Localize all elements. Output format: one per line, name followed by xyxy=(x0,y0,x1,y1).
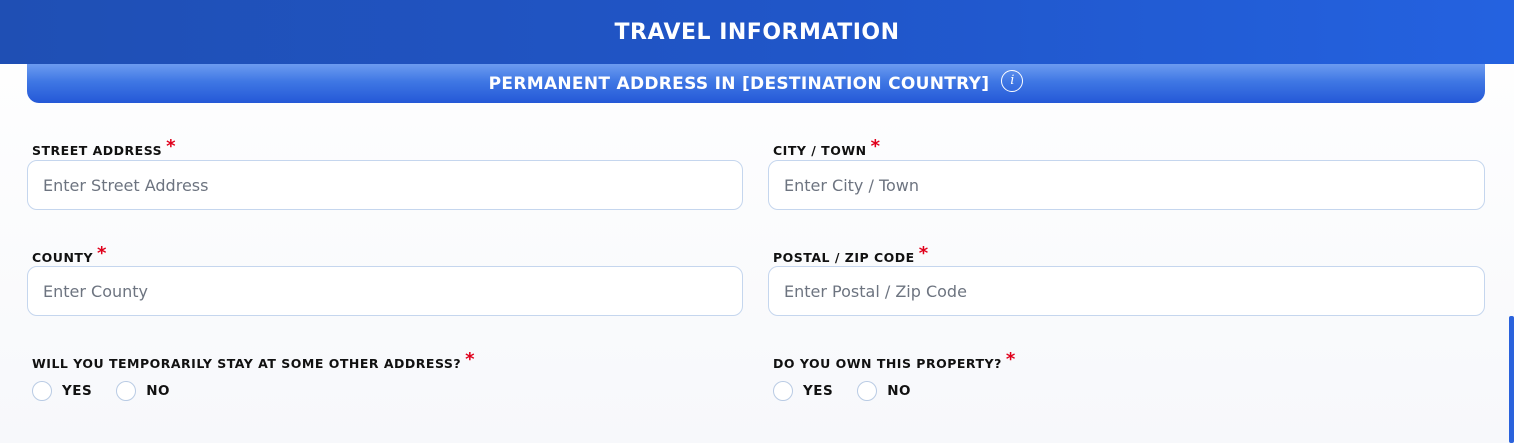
temp-stay-no-radio[interactable] xyxy=(116,381,137,401)
temp-stay-yes-radio[interactable] xyxy=(32,381,52,401)
own-property-yes-radio[interactable] xyxy=(773,381,793,401)
own-property-label-text: DO YOU OWN THIS PROPERTY? xyxy=(773,356,1002,371)
required-asterisk: * xyxy=(465,349,476,370)
required-asterisk: * xyxy=(166,136,177,157)
scrollbar-thumb[interactable] xyxy=(1509,316,1514,443)
temp-stay-label: WILL YOU TEMPORARILY STAY AT SOME OTHER … xyxy=(32,349,476,373)
own-property-yes-option[interactable]: YES xyxy=(773,381,833,401)
postal-code-label-text: POSTAL / ZIP CODE xyxy=(773,250,915,265)
required-asterisk: * xyxy=(1005,349,1016,370)
required-asterisk: * xyxy=(870,136,881,157)
own-property-no-option[interactable]: NO xyxy=(857,381,911,401)
city-town-label: CITY / TOWN * xyxy=(773,136,881,160)
county-label-text: COUNTY xyxy=(32,250,93,265)
section-title: PERMANENT ADDRESS IN [DESTINATION COUNTR… xyxy=(488,73,990,94)
required-asterisk: * xyxy=(97,243,107,264)
county-label: COUNTY * xyxy=(32,243,107,267)
county-input[interactable] xyxy=(27,266,743,316)
city-town-input[interactable] xyxy=(768,160,1485,210)
form-title: TRAVEL INFORMATION xyxy=(614,19,900,45)
postal-code-label: POSTAL / ZIP CODE * xyxy=(773,243,929,267)
required-asterisk: * xyxy=(918,243,929,264)
street-address-label: STREET ADDRESS * xyxy=(32,136,177,160)
own-property-no-radio[interactable] xyxy=(857,381,878,401)
temp-stay-label-text: WILL YOU TEMPORARILY STAY AT SOME OTHER … xyxy=(32,356,462,371)
info-icon[interactable]: i xyxy=(1001,69,1024,92)
own-property-no-label[interactable]: NO xyxy=(887,383,911,399)
temp-stay-no-label[interactable]: NO xyxy=(146,383,170,399)
street-address-input[interactable] xyxy=(27,160,743,210)
form-header: TRAVEL INFORMATION xyxy=(0,0,1514,64)
postal-code-input[interactable] xyxy=(768,266,1485,316)
own-property-label: DO YOU OWN THIS PROPERTY? * xyxy=(773,349,1016,373)
section-header: PERMANENT ADDRESS IN [DESTINATION COUNTR… xyxy=(27,64,1485,103)
own-property-radio-group: YES NO xyxy=(773,381,935,401)
own-property-yes-label[interactable]: YES xyxy=(803,383,833,399)
temp-stay-yes-option[interactable]: YES xyxy=(32,381,92,401)
street-address-label-text: STREET ADDRESS xyxy=(32,143,163,158)
city-town-label-text: CITY / TOWN xyxy=(773,143,867,158)
temp-stay-no-option[interactable]: NO xyxy=(116,381,170,401)
temp-stay-yes-label[interactable]: YES xyxy=(62,383,92,399)
temp-stay-radio-group: YES NO xyxy=(32,381,194,401)
travel-information-form: TRAVEL INFORMATION PERMANENT ADDRESS IN … xyxy=(0,0,1514,443)
